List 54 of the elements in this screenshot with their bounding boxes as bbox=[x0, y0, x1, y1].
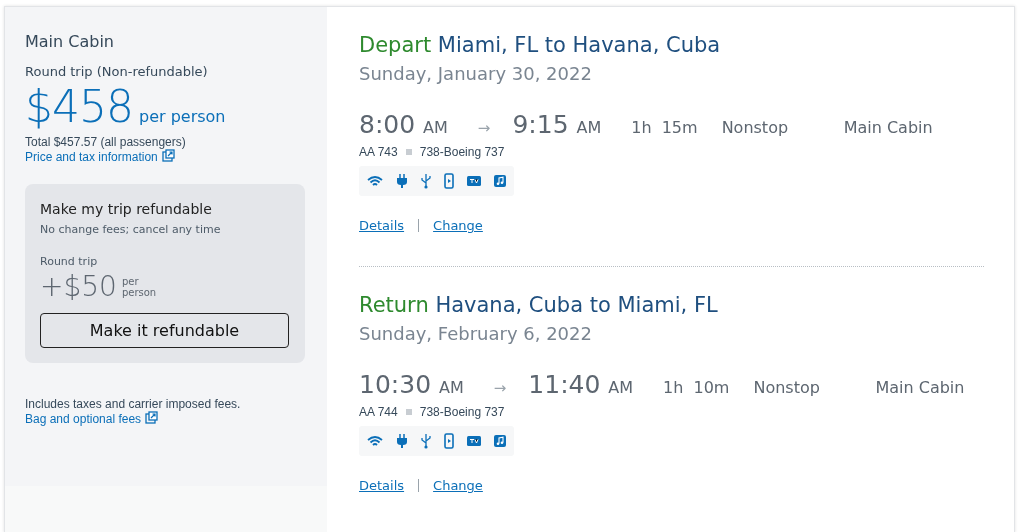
music-icon bbox=[494, 435, 506, 447]
external-link-icon bbox=[145, 411, 159, 424]
arrival-time: 11:40 AM bbox=[528, 370, 634, 399]
flight-duration: 1h 10m bbox=[663, 378, 730, 397]
details-link[interactable]: Details bbox=[359, 478, 405, 493]
price-amount: $458 bbox=[25, 81, 133, 132]
tv-icon bbox=[467, 436, 481, 446]
change-link[interactable]: Change bbox=[433, 218, 483, 233]
change-link[interactable]: Change bbox=[433, 478, 483, 493]
refund-subtitle: No change fees; cancel any time bbox=[40, 223, 221, 236]
phone-icon bbox=[444, 433, 454, 449]
plug-icon bbox=[396, 174, 408, 188]
tv-icon bbox=[467, 176, 481, 186]
flight-stops: Nonstop bbox=[721, 118, 790, 137]
wifi-icon bbox=[367, 435, 383, 447]
flight-date: Sunday, January 30, 2022 bbox=[359, 63, 592, 84]
departure-time: 8:00 AM bbox=[359, 110, 448, 139]
flight-date: Sunday, February 6, 2022 bbox=[359, 323, 592, 344]
aircraft-type: 738-Boeing 737 bbox=[419, 145, 505, 159]
refund-price-unit: per person bbox=[121, 275, 157, 298]
refund-title: Make my trip refundable bbox=[40, 201, 212, 217]
total-price: Total $457.57 (all passengers) bbox=[25, 135, 186, 149]
cabin-title: Main Cabin bbox=[25, 32, 114, 51]
price-info-link[interactable]: Price and tax information bbox=[25, 149, 175, 164]
flight-heading: Return Havana, Cuba to Miami, FL bbox=[359, 293, 718, 317]
details-link[interactable]: Details bbox=[359, 218, 405, 233]
flight-duration: 1h 15m bbox=[631, 118, 698, 137]
refund-price: +$50 bbox=[40, 270, 117, 303]
flight-number: AA 743 bbox=[359, 145, 398, 159]
bag-fees-link[interactable]: Bag and optional fees bbox=[25, 411, 159, 426]
usb-icon bbox=[421, 173, 431, 189]
fees-note: Includes taxes and carrier imposed fees. bbox=[25, 397, 241, 411]
usb-icon bbox=[421, 433, 431, 449]
refund-trip-type: Round trip bbox=[40, 255, 98, 268]
cabin-class: Main Cabin bbox=[875, 378, 965, 397]
wifi-icon bbox=[367, 175, 383, 187]
bullet-icon bbox=[405, 149, 412, 155]
music-icon bbox=[494, 175, 506, 187]
phone-icon bbox=[444, 173, 454, 189]
departure-time: 10:30 AM bbox=[359, 370, 464, 399]
cabin-class: Main Cabin bbox=[843, 118, 933, 137]
plug-icon bbox=[396, 434, 408, 448]
flight-stops: Nonstop bbox=[753, 378, 821, 397]
external-link-icon bbox=[161, 149, 175, 162]
bullet-icon bbox=[405, 409, 412, 415]
flight-heading: Depart Miami, FL to Havana, Cuba bbox=[359, 33, 721, 57]
arrow-icon: → bbox=[477, 119, 491, 137]
make-refundable-button[interactable]: Make it refundable bbox=[40, 313, 289, 348]
aircraft-type: 738-Boeing 737 bbox=[419, 405, 505, 419]
flight-number: AA 744 bbox=[359, 405, 398, 419]
arrow-icon: → bbox=[493, 379, 507, 397]
price-unit: per person bbox=[139, 107, 226, 126]
trip-type: Round trip (Non-refundable) bbox=[25, 64, 208, 79]
arrival-time: 9:15 AM bbox=[512, 110, 602, 139]
